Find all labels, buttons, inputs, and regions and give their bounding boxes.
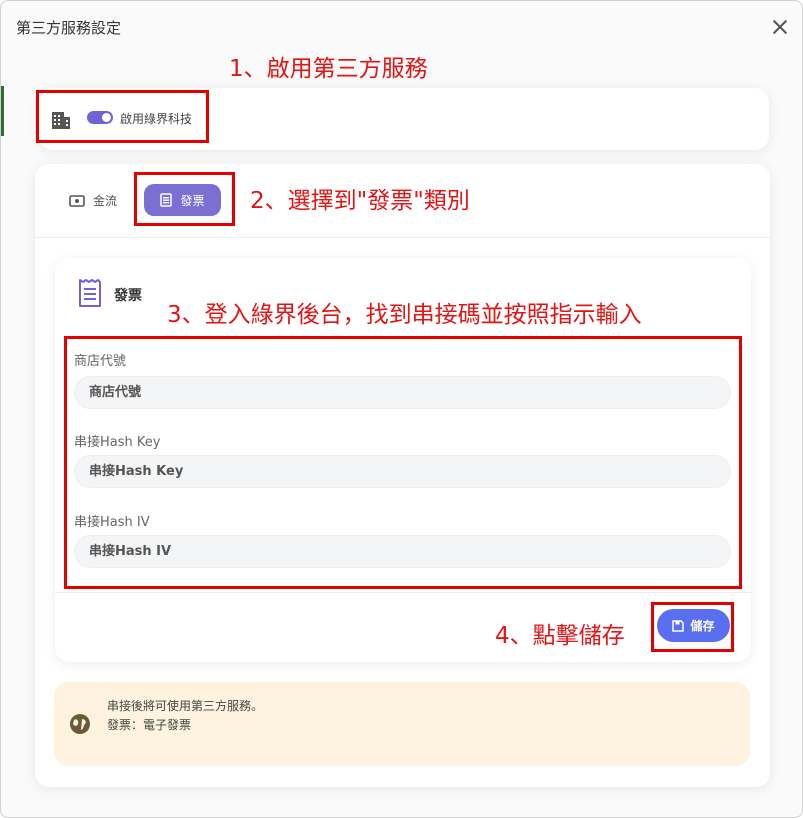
form-divider <box>55 592 751 593</box>
step4-highlight-box <box>651 602 734 652</box>
step3-highlight-box <box>64 336 742 589</box>
cash-icon <box>69 194 85 207</box>
step1-annotation: 1、啟用第三方服務 <box>229 56 428 82</box>
notice-line-2: 發票：電子發票 <box>107 718 192 732</box>
receipt-icon <box>79 279 101 307</box>
globe-icon <box>70 714 90 734</box>
step3-annotation: 3、登入綠界後台，找到串接碼並按照指示輸入 <box>167 302 642 328</box>
step2-highlight-box <box>134 172 235 226</box>
settings-dialog: 第三方服務設定 啟用綠界科技 金流 發票 發票 商店代號 商店代號 串接Hash… <box>0 0 803 818</box>
notice-line-1: 串接後將可使用第三方服務。 <box>107 699 264 713</box>
tab-divider <box>35 237 770 238</box>
step2-annotation: 2、選擇到"發票"類別 <box>250 188 470 214</box>
dialog-title: 第三方服務設定 <box>16 19 122 37</box>
tab-payment[interactable]: 金流 <box>69 192 117 209</box>
step1-highlight-box <box>36 90 209 143</box>
close-icon[interactable] <box>770 17 790 37</box>
section-title: 發票 <box>114 288 142 304</box>
step4-annotation: 4、點擊儲存 <box>495 623 625 649</box>
background-edge <box>1 86 4 136</box>
tab-payment-label: 金流 <box>93 194 118 208</box>
